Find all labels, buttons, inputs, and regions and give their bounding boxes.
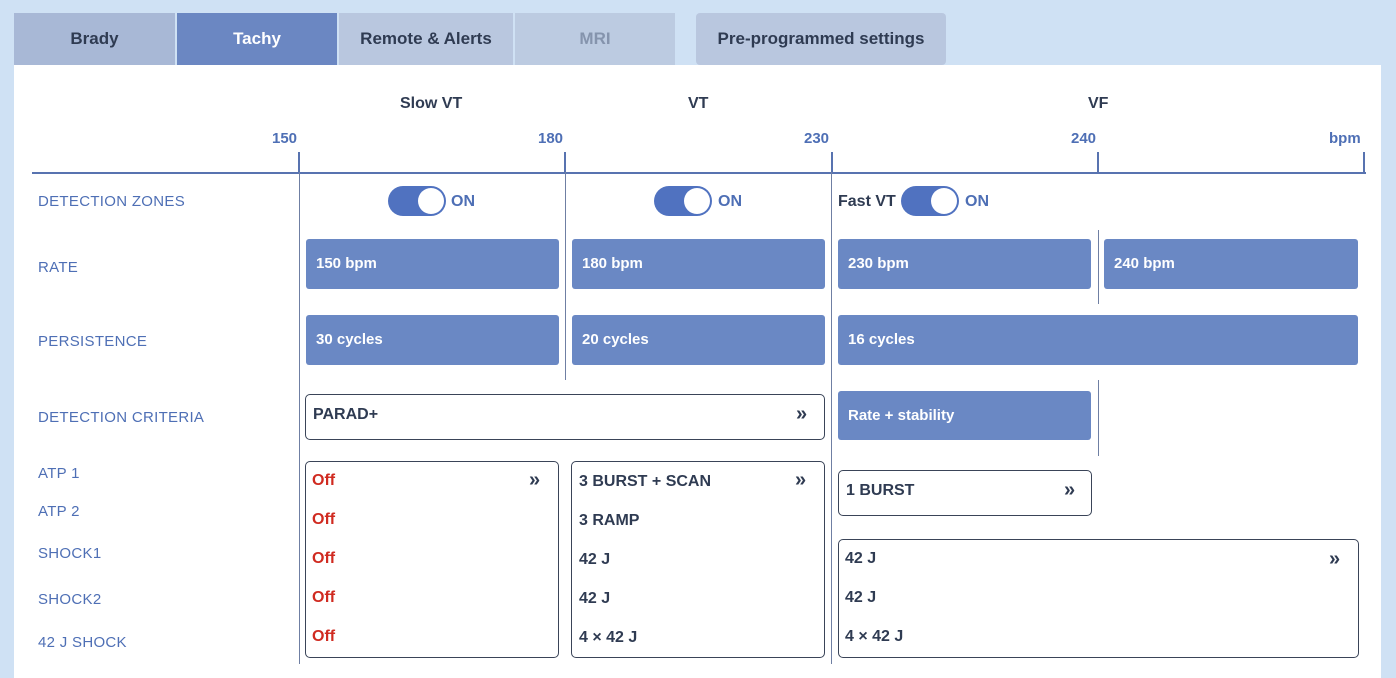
therapy-vt-atp2: 3 RAMP [579, 512, 640, 529]
therapy-vt-atp1: 3 BURST + SCAN [579, 473, 712, 490]
boundary-180 [565, 172, 566, 380]
boundary-240-rate [1098, 230, 1099, 304]
therapy-vf-shock1: 42 J [845, 550, 877, 567]
tick-end [1363, 152, 1365, 173]
tab-mri[interactable]: MRI [515, 13, 675, 65]
toggle-fast-vt-label: ON [965, 193, 989, 210]
row-label-atp1: ATP 1 [38, 465, 80, 482]
row-label-shock2: SHOCK2 [38, 591, 102, 608]
therapy-vt-shock1: 42 J [579, 551, 611, 568]
therapy-slow-vt-42j: Off [312, 628, 336, 645]
therapy-fast-vt-atp-box[interactable]: 1 BURST » [838, 470, 1092, 516]
therapy-vt-42j: 4 × 42 J [579, 629, 638, 646]
therapy-fast-vt-atp1: 1 BURST [846, 482, 915, 499]
row-label-42j-shock: 42 J SHOCK [38, 634, 127, 651]
rate-fast-vt[interactable]: 230 bpm [838, 239, 1091, 289]
tick-180 [564, 152, 566, 173]
criteria-parad-label: PARAD+ [313, 406, 379, 423]
chevron-double-right-icon: » [1064, 479, 1076, 501]
toggle-slow-vt[interactable] [388, 186, 446, 216]
tab-pre-programmed-settings[interactable]: Pre-programmed settings [696, 13, 946, 65]
therapy-vf-shock2: 42 J [845, 589, 877, 606]
row-label-persistence: PERSISTENCE [38, 333, 148, 350]
criteria-fast-vt[interactable]: Rate + stability [838, 391, 1091, 440]
tick-label-240: 240 [1071, 130, 1097, 147]
zone-title-slow-vt: Slow VT [400, 95, 463, 112]
therapy-slow-vt-atp1: Off [312, 472, 336, 489]
tick-label-180: 180 [538, 130, 564, 147]
persistence-vf[interactable]: 16 cycles [838, 315, 1358, 365]
chevron-double-right-icon: » [529, 469, 541, 491]
rate-vf[interactable]: 240 bpm [1104, 239, 1358, 289]
therapy-slow-vt-shock2: Off [312, 589, 336, 606]
tab-tachy[interactable]: Tachy [177, 13, 337, 65]
toggle-fast-vt[interactable] [901, 186, 959, 216]
tab-remote-alerts[interactable]: Remote & Alerts [339, 13, 513, 65]
tab-brady[interactable]: Brady [14, 13, 175, 65]
toggle-slow-vt-label: ON [451, 193, 475, 210]
row-label-shock1: SHOCK1 [38, 545, 102, 562]
zone-title-vf: VF [1088, 95, 1109, 112]
therapy-vf-box[interactable]: » [838, 539, 1359, 658]
rate-vt[interactable]: 180 bpm [572, 239, 825, 289]
boundary-230 [831, 172, 832, 664]
persistence-vt[interactable]: 20 cycles [572, 315, 825, 365]
toggle-vt-label: ON [718, 193, 742, 210]
chevron-double-right-icon: » [795, 469, 807, 491]
tick-label-230: 230 [804, 130, 830, 147]
boundary-150 [299, 172, 300, 664]
criteria-parad-button[interactable]: PARAD+ » [305, 394, 825, 440]
fast-vt-label: Fast VT [838, 193, 896, 210]
zone-title-vt: VT [688, 95, 709, 112]
tick-label-unit: bpm [1329, 130, 1361, 147]
therapy-slow-vt-atp2: Off [312, 511, 336, 528]
persistence-slow-vt[interactable]: 30 cycles [306, 315, 559, 365]
chevron-double-right-icon: » [796, 403, 808, 425]
boundary-240-criteria [1098, 380, 1099, 456]
tick-230 [831, 152, 833, 173]
tick-240 [1097, 152, 1099, 173]
tick-150 [298, 152, 300, 173]
row-label-detection-criteria: DETECTION CRITERIA [38, 409, 205, 426]
row-label-rate: RATE [38, 259, 79, 276]
therapy-vt-shock2: 42 J [579, 590, 611, 607]
toggle-vt[interactable] [654, 186, 712, 216]
chevron-double-right-icon: » [1329, 548, 1341, 570]
row-label-detection-zones: DETECTION ZONES [38, 193, 186, 210]
therapy-slow-vt-box[interactable]: » [305, 461, 559, 658]
therapy-slow-vt-shock1: Off [312, 550, 336, 567]
tick-label-150: 150 [272, 130, 298, 147]
rate-axis [32, 172, 1366, 174]
rate-slow-vt[interactable]: 150 bpm [306, 239, 559, 289]
therapy-vf-42j: 4 × 42 J [845, 628, 904, 645]
row-label-atp2: ATP 2 [38, 503, 80, 520]
